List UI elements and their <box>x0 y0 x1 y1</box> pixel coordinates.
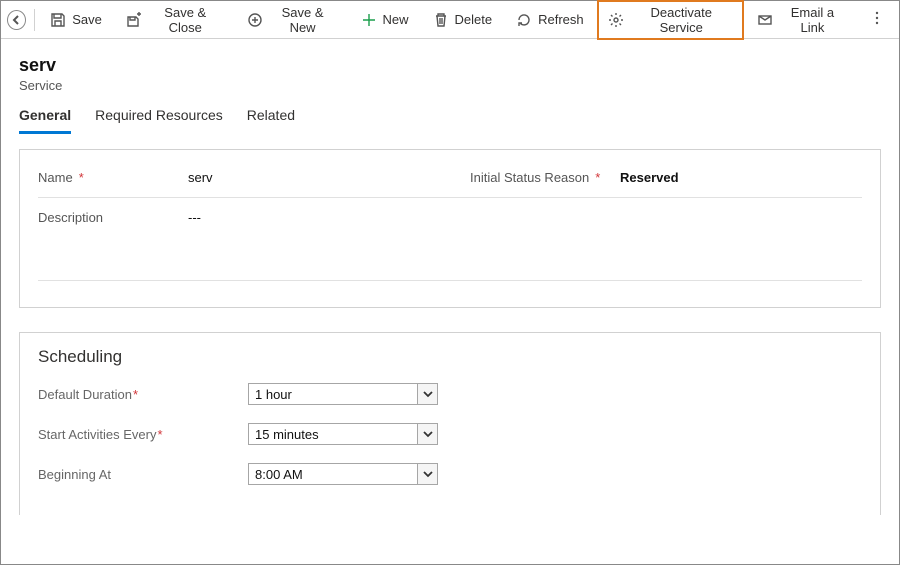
refresh-label: Refresh <box>538 12 584 27</box>
email-link-button[interactable]: Email a Link <box>746 0 857 40</box>
scheduling-title: Scheduling <box>38 347 862 367</box>
content-area: Name* serv Initial Status Reason* Reserv… <box>1 135 899 559</box>
beginning-at-select[interactable]: 8:00 AM <box>248 463 438 485</box>
chevron-left-icon <box>12 15 22 25</box>
field-default-duration: Default Duration* 1 hour <box>38 383 862 405</box>
deactivate-service-button[interactable]: Deactivate Service <box>597 0 744 40</box>
command-bar: Save Save & Close Save & New New Delete … <box>1 1 899 39</box>
default-duration-label: Default Duration* <box>38 387 248 402</box>
toolbar-separator <box>34 9 35 31</box>
save-icon <box>50 12 66 28</box>
general-section: Name* serv Initial Status Reason* Reserv… <box>19 149 881 308</box>
more-commands-button[interactable] <box>861 6 893 33</box>
status-value: Reserved <box>620 170 679 185</box>
description-value: --- <box>188 210 201 225</box>
tab-related[interactable]: Related <box>247 101 295 134</box>
field-initial-status[interactable]: Initial Status Reason* Reserved <box>470 164 862 191</box>
deactivate-label: Deactivate Service <box>630 5 733 35</box>
field-description[interactable]: Description --- <box>38 204 862 274</box>
record-title: serv <box>19 55 881 76</box>
default-duration-value: 1 hour <box>249 384 417 404</box>
save-button[interactable]: Save <box>39 7 113 33</box>
start-every-label: Start Activities Every* <box>38 427 248 442</box>
delete-button[interactable]: Delete <box>422 7 504 33</box>
save-new-label: Save & New <box>269 5 337 35</box>
name-value: serv <box>188 170 213 185</box>
beginning-at-value: 8:00 AM <box>249 464 417 484</box>
new-label: New <box>383 12 409 27</box>
back-button[interactable] <box>7 10 26 30</box>
chevron-down-icon[interactable] <box>417 424 437 444</box>
scheduling-section: Scheduling Default Duration* 1 hour Star… <box>19 332 881 515</box>
trash-icon <box>433 12 449 28</box>
field-name[interactable]: Name* serv <box>38 164 430 191</box>
divider <box>38 280 862 281</box>
tab-required-resources[interactable]: Required Resources <box>95 101 223 134</box>
field-start-activities-every: Start Activities Every* 15 minutes <box>38 423 862 445</box>
gear-icon <box>608 12 624 28</box>
save-close-icon <box>126 12 142 28</box>
refresh-icon <box>516 12 532 28</box>
description-label: Description <box>38 210 188 225</box>
record-entity: Service <box>19 78 881 93</box>
save-new-icon <box>247 12 263 28</box>
save-close-label: Save & Close <box>148 5 223 35</box>
default-duration-select[interactable]: 1 hour <box>248 383 438 405</box>
save-new-button[interactable]: Save & New <box>236 0 348 40</box>
field-beginning-at: Beginning At 8:00 AM <box>38 463 862 485</box>
save-close-button[interactable]: Save & Close <box>115 0 234 40</box>
more-vertical-icon <box>869 10 885 26</box>
refresh-button[interactable]: Refresh <box>505 7 595 33</box>
chevron-down-icon[interactable] <box>417 384 437 404</box>
save-label: Save <box>72 12 102 27</box>
start-every-value: 15 minutes <box>249 424 417 444</box>
plus-icon <box>361 12 377 28</box>
delete-label: Delete <box>455 12 493 27</box>
divider <box>38 197 862 198</box>
email-icon <box>757 12 773 28</box>
name-label: Name* <box>38 170 188 185</box>
beginning-at-label: Beginning At <box>38 467 248 482</box>
start-every-select[interactable]: 15 minutes <box>248 423 438 445</box>
email-link-label: Email a Link <box>779 5 846 35</box>
tab-general[interactable]: General <box>19 101 71 134</box>
status-label: Initial Status Reason* <box>470 170 620 185</box>
record-header: serv Service <box>1 39 899 101</box>
tab-list: General Required Resources Related <box>1 101 899 135</box>
chevron-down-icon[interactable] <box>417 464 437 484</box>
new-button[interactable]: New <box>350 7 420 33</box>
